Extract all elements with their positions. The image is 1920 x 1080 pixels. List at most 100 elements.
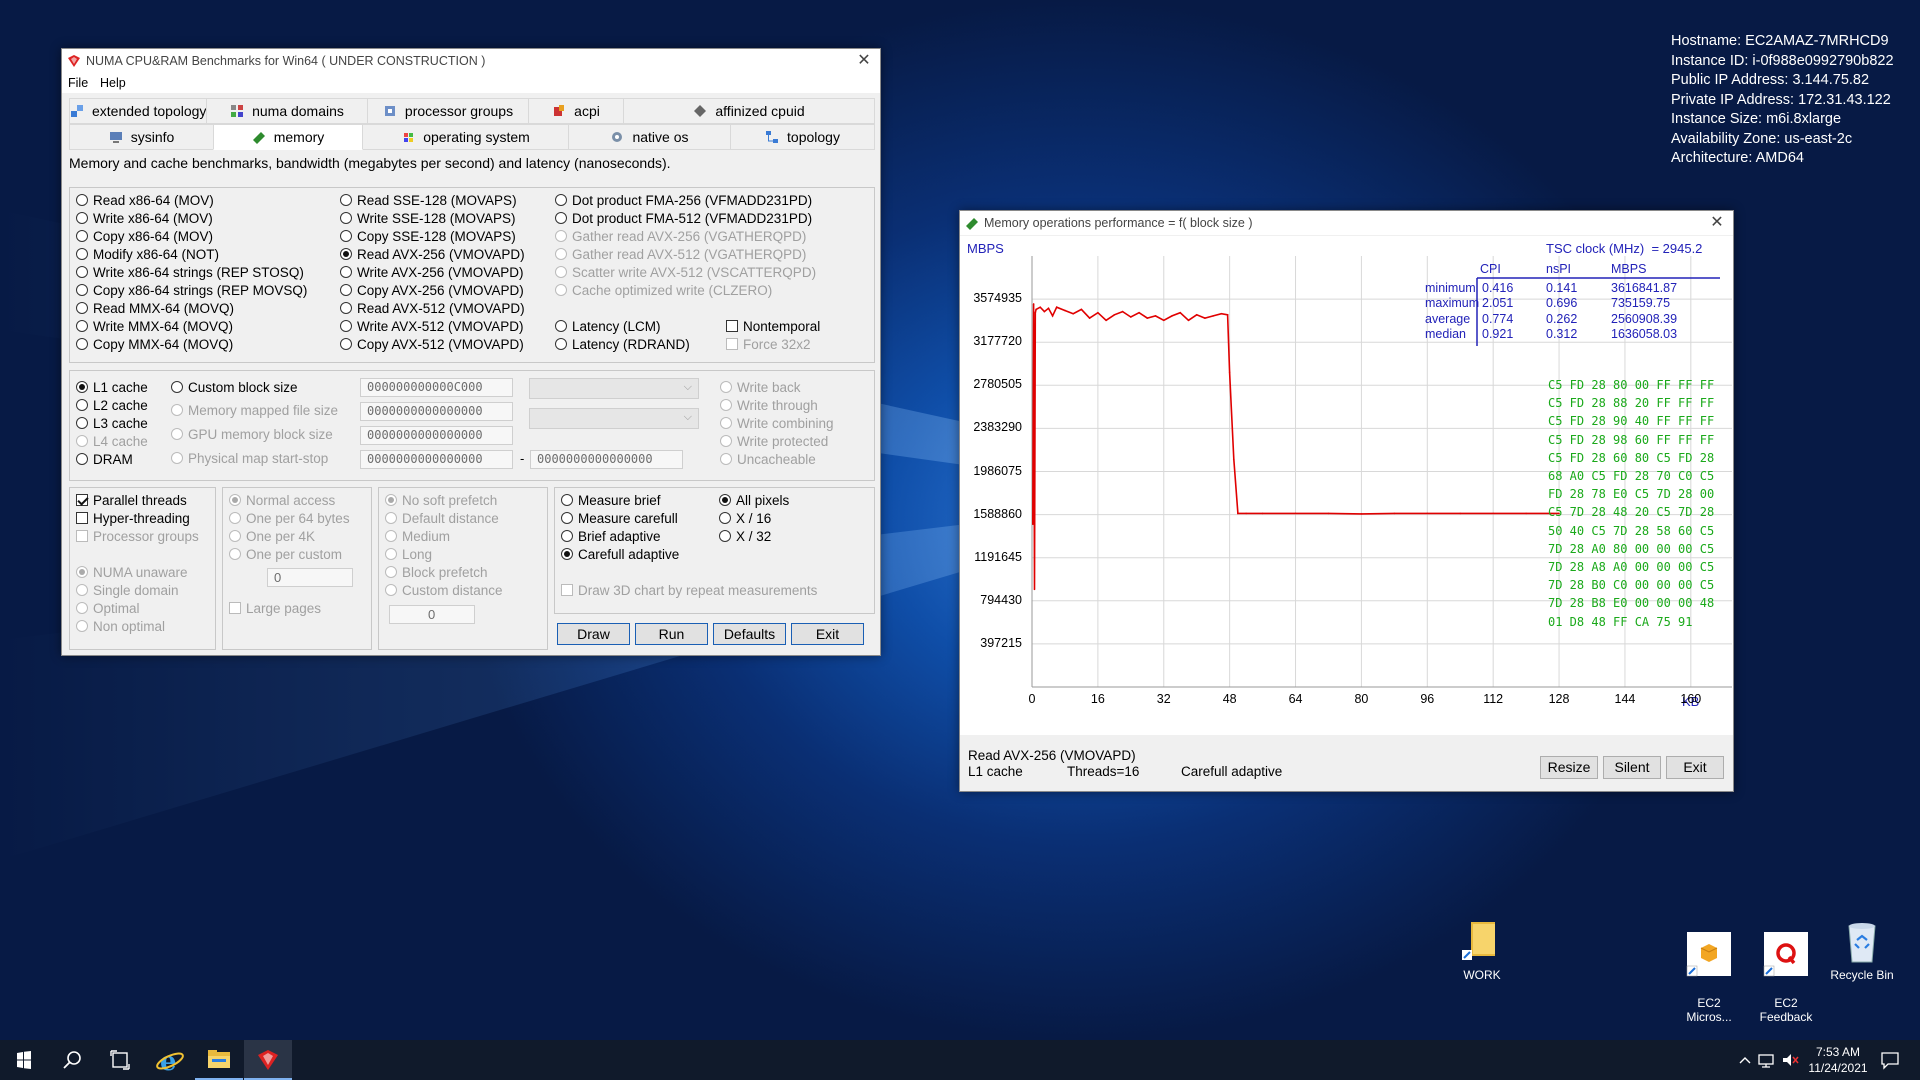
tab-processor-groups[interactable]: processor groups <box>367 98 529 124</box>
search-icon <box>63 1051 81 1069</box>
task-view-button[interactable] <box>96 1040 144 1080</box>
method-write-sse[interactable]: Write SSE-128 (MOVAPS) <box>340 211 516 227</box>
taskbar-numa-benchmark[interactable] <box>244 1040 292 1080</box>
method-read-avx512[interactable]: Read AVX-512 (VMOVAPD) <box>340 301 525 317</box>
method-read-avx256[interactable]: Read AVX-256 (VMOVAPD) <box>340 247 525 263</box>
stats-mbps: 2560908.39 <box>1611 311 1678 326</box>
show-hidden-icons[interactable] <box>1736 1050 1754 1070</box>
close-icon[interactable]: ✕ <box>855 49 873 73</box>
threads-panel: Parallel threads Hyper-threading Process… <box>69 487 216 650</box>
draw-button[interactable]: Draw <box>557 623 630 645</box>
network-tray[interactable] <box>1756 1050 1778 1070</box>
method-latency-rdrand[interactable]: Latency (RDRAND) <box>555 337 690 353</box>
method-dot-fma512[interactable]: Dot product FMA-512 (VFMADD231PD) <box>555 211 812 227</box>
menu-help[interactable]: Help <box>100 76 126 90</box>
method-clzero: Cache optimized write (CLZERO) <box>555 283 772 299</box>
pixels-all[interactable]: All pixels <box>719 493 789 509</box>
chart-window: Memory operations performance = f( block… <box>959 210 1734 792</box>
parallel-threads-checkbox[interactable]: Parallel threads <box>76 493 187 509</box>
custom-block-size-input[interactable]: 000000000000C000 <box>360 378 513 397</box>
method-write-mmx[interactable]: Write MMX-64 (MOVQ) <box>76 319 233 335</box>
search-button[interactable] <box>48 1040 96 1080</box>
method-copy-mmx[interactable]: Copy MMX-64 (MOVQ) <box>76 337 233 353</box>
data-point <box>1113 314 1116 316</box>
tab-acpi[interactable]: acpi <box>528 98 624 124</box>
hex-line: C5 FD 28 90 40 FF FF FF <box>1548 414 1715 429</box>
resize-button[interactable]: Resize <box>1540 756 1598 779</box>
method-copy-avx512[interactable]: Copy AVX-512 (VMOVAPD) <box>340 337 524 353</box>
method-copy-strings[interactable]: Copy x86-64 strings (REP MOVSQ) <box>76 283 307 299</box>
chart-exit-button[interactable]: Exit <box>1666 756 1724 779</box>
run-button[interactable]: Run <box>635 623 708 645</box>
target-l1[interactable]: L1 cache <box>76 380 148 396</box>
method-modify-x86[interactable]: Modify x86-64 (NOT) <box>76 247 219 263</box>
target-l4: L4 cache <box>76 434 148 450</box>
hex-line: 7D 28 B0 C0 00 00 00 C5 <box>1548 578 1715 593</box>
taskbar-file-explorer[interactable] <box>195 1040 243 1080</box>
method-read-mmx[interactable]: Read MMX-64 (MOVQ) <box>76 301 234 317</box>
desktop-icon-work[interactable]: WORK <box>1447 918 1517 982</box>
taskbar-internet-explorer[interactable]: e <box>146 1040 194 1080</box>
method-dot-fma256[interactable]: Dot product FMA-256 (VFMADD231PD) <box>555 193 812 209</box>
defaults-button[interactable]: Defaults <box>713 623 786 645</box>
exit-button[interactable]: Exit <box>791 623 864 645</box>
target-dram[interactable]: DRAM <box>76 452 133 468</box>
silent-button[interactable]: Silent <box>1603 756 1661 779</box>
stats-label: median <box>1425 326 1466 341</box>
start-button[interactable] <box>0 1040 48 1080</box>
close-icon[interactable]: ✕ <box>1708 211 1726 235</box>
data-point <box>1220 312 1223 315</box>
chart-canvas: MBPS KB 3574935 3177720 2780505 2383290 1986… <box>960 236 1733 735</box>
access-custom: One per custom <box>229 547 342 563</box>
measure-carefull[interactable]: Measure carefull <box>561 511 678 527</box>
volume-muted-icon <box>1783 1054 1799 1066</box>
notification-center[interactable] <box>1878 1050 1902 1070</box>
pixels-x16[interactable]: X / 16 <box>719 511 771 527</box>
target-l2[interactable]: L2 cache <box>76 398 148 414</box>
tab-memory[interactable]: memory <box>213 124 363 150</box>
stats-cpi: 2.051 <box>1482 296 1514 311</box>
pixels-x32[interactable]: X / 32 <box>719 529 771 545</box>
measure-brief[interactable]: Measure brief <box>561 493 661 509</box>
size-custom-block[interactable]: Custom block size <box>171 380 298 396</box>
method-copy-x86[interactable]: Copy x86-64 (MOV) <box>76 229 213 245</box>
tab-topology[interactable]: topology <box>730 124 875 150</box>
tab-numa-domains[interactable]: numa domains <box>206 98 368 124</box>
y-tick-label: 794430 <box>980 592 1022 607</box>
volume-tray[interactable] <box>1780 1050 1802 1070</box>
desktop-icon-ec2-feedback[interactable]: EC2 Feedback <box>1751 918 1821 1038</box>
chart-titlebar[interactable]: Memory operations performance = f( block… <box>960 211 1733 235</box>
y-tick-label: 3177720 <box>973 334 1022 349</box>
method-latency-lcm[interactable]: Latency (LCM) <box>555 319 661 335</box>
desktop-icon-ec2-microsoft[interactable]: EC2 Micros... <box>1674 918 1744 1038</box>
tab-sysinfo[interactable]: sysinfo <box>69 124 214 150</box>
large-pages-checkbox: Large pages <box>229 601 321 617</box>
tab-native-os[interactable]: native os <box>568 124 731 150</box>
data-point <box>1138 311 1140 314</box>
method-copy-avx256[interactable]: Copy AVX-256 (VMOVAPD) <box>340 283 524 299</box>
measure-brief-adaptive[interactable]: Brief adaptive <box>561 529 661 545</box>
method-copy-sse[interactable]: Copy SSE-128 (MOVAPS) <box>340 229 516 245</box>
mode-write-through: Write through <box>720 398 818 414</box>
nontemporal-checkbox[interactable]: Nontemporal <box>726 319 820 335</box>
tab-affinized-cpuid[interactable]: affinized cpuid <box>623 98 875 124</box>
method-write-avx256[interactable]: Write AVX-256 (VMOVAPD) <box>340 265 524 281</box>
app-icon <box>258 1050 278 1070</box>
desktop-icon-recycle-bin[interactable]: Recycle Bin <box>1827 918 1897 982</box>
method-write-avx512[interactable]: Write AVX-512 (VMOVAPD) <box>340 319 524 335</box>
status-method: Read AVX-256 (VMOVAPD) <box>968 748 1136 763</box>
measure-carefull-adaptive[interactable]: Carefull adaptive <box>561 547 679 563</box>
method-read-sse[interactable]: Read SSE-128 (MOVAPS) <box>340 193 517 209</box>
tab-operating-system[interactable]: operating system <box>362 124 569 150</box>
prefetch-none: No soft prefetch <box>385 493 497 509</box>
menu-file[interactable]: File <box>68 76 88 90</box>
method-write-x86[interactable]: Write x86-64 (MOV) <box>76 211 213 227</box>
method-write-strings[interactable]: Write x86-64 strings (REP STOSQ) <box>76 265 304 281</box>
tab-extended-topology[interactable]: extended topology <box>69 98 207 124</box>
target-l3[interactable]: L3 cache <box>76 416 148 432</box>
method-read-x86[interactable]: Read x86-64 (MOV) <box>76 193 214 209</box>
taskbar-clock[interactable]: 7:53 AM 11/24/2021 <box>1802 1044 1874 1076</box>
hyper-threading-checkbox[interactable]: Hyper-threading <box>76 511 190 527</box>
window-titlebar[interactable]: NUMA CPU&RAM Benchmarks for Win64 ( UNDE… <box>62 49 880 73</box>
window-title: NUMA CPU&RAM Benchmarks for Win64 ( UNDE… <box>86 54 486 68</box>
